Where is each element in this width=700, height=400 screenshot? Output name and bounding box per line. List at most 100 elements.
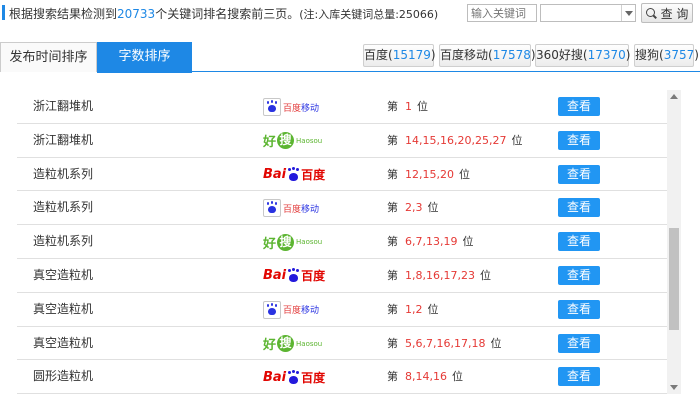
engine-name: 搜狗 (635, 48, 660, 62)
baidu-logo: Bai 百度 (263, 265, 333, 287)
rank-suffix: 位 (417, 100, 428, 113)
keyword-cell: 真空造粒机 (33, 301, 94, 316)
rank-cell: 第 12,15,20 位 (387, 158, 470, 191)
tab-sort-by-wordcount[interactable]: 字数排序 (97, 42, 192, 73)
rank-suffix: 位 (490, 336, 502, 350)
engine-filter-sogou[interactable]: 搜狗(3757) (634, 44, 699, 67)
rank-prefix: 第 (387, 167, 398, 181)
logo-text: 百度 (301, 269, 326, 284)
scroll-up-arrow-icon[interactable] (670, 94, 678, 99)
rank-suffix: 位 (511, 133, 523, 147)
table-row: 造粒机系列 Bai 百度 第 12,15,20 位 查看 (17, 158, 667, 192)
rank-positions: 12,15,20 (405, 167, 454, 181)
rank-prefix: 第 (387, 302, 398, 316)
keyword-cell: 真空造粒机 (33, 335, 94, 350)
logo-text: Haosou (296, 136, 323, 145)
baidu-paw-icon (263, 300, 281, 319)
rank-suffix: 位 (427, 201, 439, 215)
view-button[interactable]: 查看 (558, 367, 600, 387)
search-icon (645, 7, 657, 19)
rank-positions: 5,6,7,16,17,18 (405, 336, 486, 350)
rank-prefix: 第 (387, 201, 398, 215)
rank-positions: 1 (405, 100, 412, 113)
engine-filter-baidu-mobile[interactable]: 百度移动(17578) (439, 44, 536, 67)
keyword-search-input[interactable] (467, 4, 537, 22)
filter-select[interactable] (540, 4, 636, 22)
baidu-logo: Bai 百度 (263, 164, 333, 186)
view-button[interactable]: 查看 (558, 265, 600, 285)
baidu-mobile-logo: 百度移动 (263, 197, 333, 219)
engine-logo-cell: 好搜 Haosou (263, 333, 333, 355)
table-row: 真空造粒机 Bai 百度 第 1,8,16,17,23 位 查看 (17, 259, 667, 293)
search-button[interactable]: 查 询 (641, 3, 693, 23)
haosou-search-icon: 搜 (277, 132, 295, 150)
engine-count: 17370 (587, 48, 626, 62)
logo-text: Haosou (296, 339, 323, 348)
view-button[interactable]: 查看 (558, 130, 600, 150)
baidu-mobile-logo: 百度移动 (263, 96, 333, 118)
rank-cell: 第 1,8,16,17,23 位 (387, 259, 491, 292)
view-button[interactable]: 查看 (558, 164, 600, 184)
view-button[interactable]: 查看 (558, 232, 600, 252)
keyword-cell: 圆形造粒机 (33, 369, 94, 384)
list-scrollbar[interactable] (667, 90, 681, 394)
rank-suffix: 位 (452, 370, 463, 384)
rank-cell: 第 14,15,16,20,25,27 位 (387, 124, 522, 157)
baidu-logo: Bai 百度 (263, 366, 333, 388)
rank-suffix: 位 (458, 167, 470, 181)
view-button[interactable]: 查看 (558, 333, 600, 353)
tab-sort-by-date[interactable]: 发布时间排序 (0, 42, 97, 72)
table-row: 造粒机系列 百度移动 第 2,3 位 查看 (17, 191, 667, 226)
scrollbar-thumb[interactable] (669, 228, 679, 330)
rank-prefix: 第 (387, 100, 398, 113)
rank-prefix: 第 (387, 336, 398, 350)
engine-count: 3757 (663, 48, 695, 62)
engine-name: 360好搜 (536, 48, 583, 62)
rank-cell: 第1位 (387, 90, 428, 123)
rank-cell: 第 6,7,13,19 位 (387, 225, 473, 258)
keyword-cell: 造粒机系列 (33, 234, 94, 249)
chevron-down-icon[interactable] (621, 5, 635, 21)
engine-filter-360-haosou[interactable]: 360好搜(17370) (535, 44, 630, 67)
engine-logo-cell: Bai 百度 (263, 164, 333, 186)
results-header: 根据搜索结果检测到20733个关键词排名搜索前三页。(注:入库关键词总量:250… (0, 0, 700, 28)
logo-text: Bai (263, 369, 287, 385)
logo-text: 百度移动 (283, 306, 320, 317)
engine-logo-cell: 好搜 Haosou (263, 130, 333, 152)
rank-suffix: 位 (479, 268, 491, 282)
view-button[interactable]: 查看 (558, 97, 600, 116)
sort-tab-bar: 发布时间排序 字数排序 百度(15179) 百度移动(17578) 360好搜(… (0, 40, 700, 73)
rank-positions: 1,2 (405, 302, 423, 316)
keyword-count: 20733 (117, 7, 156, 21)
results-summary: 根据搜索结果检测到20733个关键词排名搜索前三页。(注:入库关键词总量:250… (9, 5, 438, 22)
table-row: 造粒机系列 好搜 Haosou 第 6,7,13,19 位 查看 (17, 225, 667, 259)
rank-cell: 第 8,14,16 位 (387, 360, 463, 393)
rank-cell: 第 5,6,7,16,17,18 位 (387, 327, 501, 360)
engine-logo-cell: 百度移动 (263, 96, 333, 118)
rank-positions: 8,14,16 (405, 370, 447, 384)
table-row: 浙江翻堆机 百度移动 第1位 查看 (17, 90, 667, 124)
rank-prefix: 第 (387, 133, 398, 147)
table-row: 真空造粒机 百度移动 第 1,2 位 查看 (17, 293, 667, 327)
engine-count: 15179 (392, 48, 431, 62)
engine-logo-cell: 好搜 Haosou (263, 231, 333, 253)
table-row: 浙江翻堆机 好搜 Haosou 第 14,15,16,20,25,27 位 查看 (17, 124, 667, 158)
engine-filter-baidu[interactable]: 百度(15179) (363, 44, 436, 67)
keyword-cell: 造粒机系列 (33, 166, 94, 181)
view-button[interactable]: 查看 (558, 198, 600, 218)
rank-suffix: 位 (427, 302, 439, 316)
logo-text: 好 (263, 338, 277, 354)
rank-positions: 14,15,16,20,25,27 (405, 133, 507, 147)
scroll-down-arrow-icon[interactable] (670, 385, 678, 390)
view-button[interactable]: 查看 (558, 299, 600, 319)
logo-text: Bai (263, 268, 287, 284)
engine-name: 百度移动 (440, 48, 489, 62)
logo-text: 好 (263, 135, 277, 151)
keyword-rank-list: 浙江翻堆机 百度移动 第1位 查看 浙江翻堆机 好搜 Haosou 第 14,15,… (17, 90, 667, 395)
haosou-logo: 好搜 Haosou (263, 130, 333, 152)
logo-text: 百度移动 (283, 204, 320, 215)
rank-positions: 1,8,16,17,23 (405, 268, 475, 282)
rank-cell: 第 1,2 位 (387, 293, 439, 326)
summary-prefix: 根据搜索结果检测到 (9, 7, 118, 21)
engine-logo-cell: Bai 百度 (263, 265, 333, 287)
